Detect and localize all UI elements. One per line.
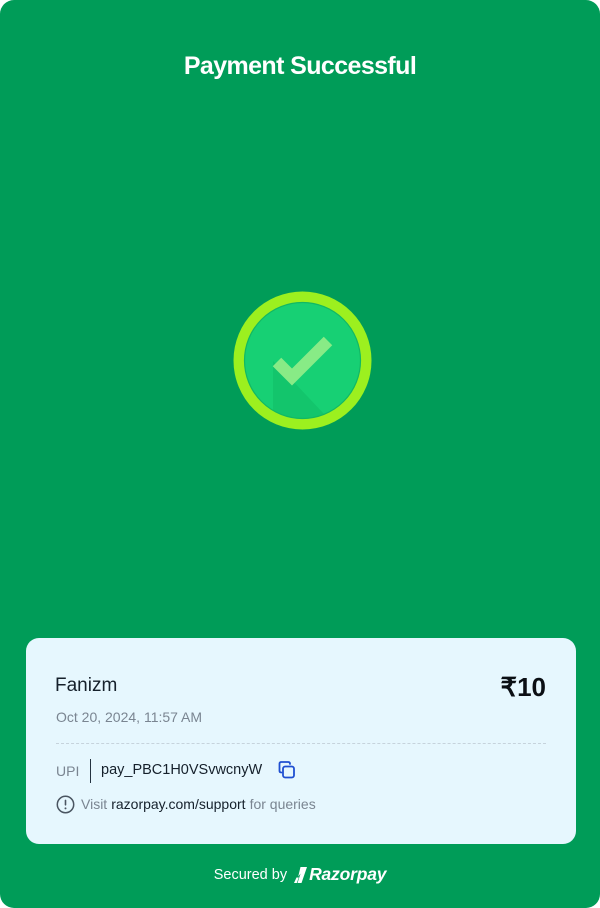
payment-id: pay_PBC1H0VSvwcnyW xyxy=(101,762,263,778)
check-circle-icon xyxy=(233,291,372,430)
secured-by-footer: Secured by Razorpay xyxy=(0,864,600,885)
support-link[interactable]: razorpay.com/support xyxy=(111,796,245,812)
secured-by-label: Secured by xyxy=(213,866,288,883)
page-title: Payment Successful xyxy=(183,52,417,80)
payment-success-screen: Payment Successful Fanizm ₹10 Oct 20, 20… xyxy=(0,0,600,908)
payment-datetime: Oct 20, 2024, 11:57 AM xyxy=(56,709,203,725)
support-suffix: for queries xyxy=(249,796,316,812)
razorpay-logo-icon xyxy=(294,866,308,883)
support-info-row: Visit razorpay.com/support for queries xyxy=(56,794,316,814)
copy-icon[interactable] xyxy=(277,760,297,780)
info-icon xyxy=(56,795,75,813)
method-separator xyxy=(90,759,91,783)
razorpay-brand: Razorpay xyxy=(294,864,386,885)
payment-amount: ₹10 xyxy=(500,672,546,702)
razorpay-wordmark: Razorpay xyxy=(309,864,387,884)
payment-method: UPI xyxy=(56,763,80,779)
support-prefix: Visit xyxy=(81,796,108,812)
payment-details-card: Fanizm ₹10 Oct 20, 2024, 11:57 AM UPI pa… xyxy=(26,638,576,844)
merchant-name: Fanizm xyxy=(55,675,118,696)
dashed-divider xyxy=(56,743,546,744)
